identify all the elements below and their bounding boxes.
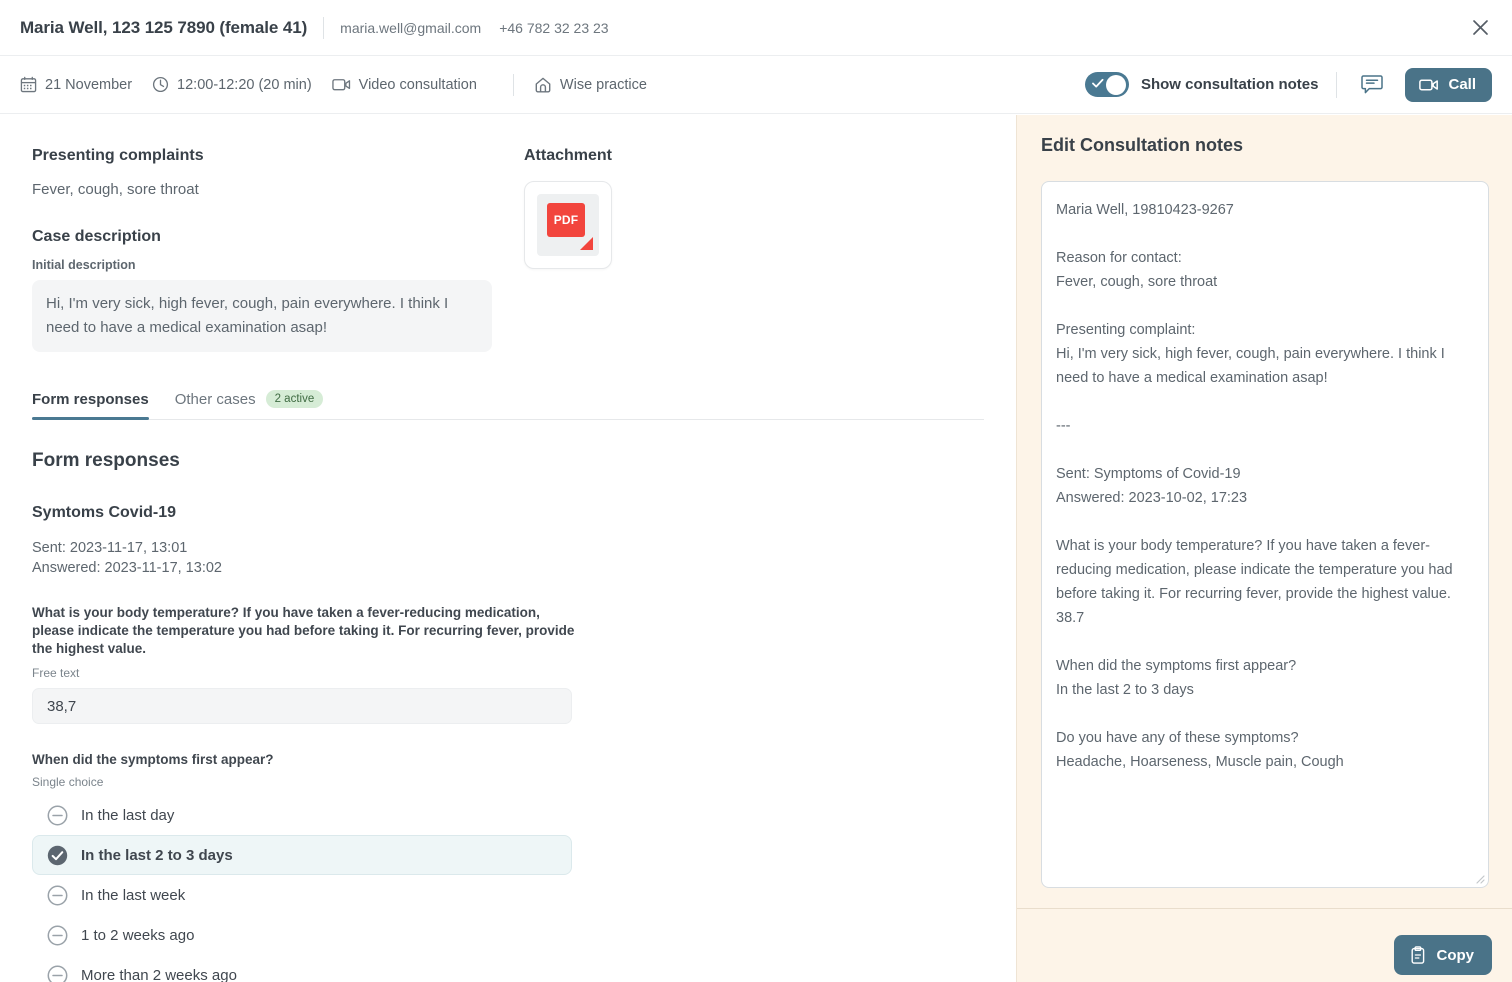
initial-description-label: Initial description xyxy=(32,258,136,272)
tab-other-cases[interactable]: Other cases xyxy=(175,391,256,419)
case-detail-pane: Presenting complaints Fever, cough, sore… xyxy=(0,115,1016,982)
attachment-column: Attachment PDF xyxy=(524,147,612,352)
show-notes-toggle-wrap: Show consultation notes xyxy=(1084,72,1319,97)
question-2-type: Single choice xyxy=(32,775,104,789)
form-dates: Sent: 2023-11-17, 13:01 Answered: 2023-1… xyxy=(32,538,984,578)
option-row[interactable]: More than 2 weeks ago xyxy=(32,955,572,982)
calendar-icon xyxy=(20,76,37,93)
radio-unselected-icon xyxy=(47,925,68,945)
show-notes-label: Show consultation notes xyxy=(1140,76,1319,93)
option-row[interactable]: In the last day xyxy=(32,795,572,835)
consultation-notes-textarea[interactable]: Maria Well, 19810423-9267 Reason for con… xyxy=(1041,181,1489,888)
consultation-notes-content: Maria Well, 19810423-9267 Reason for con… xyxy=(1056,202,1453,770)
question-1-type: Free text xyxy=(32,666,80,680)
video-camera-icon xyxy=(331,79,350,91)
option-row[interactable]: 1 to 2 weeks ago xyxy=(32,915,572,955)
form-responses-heading: Form responses xyxy=(32,450,180,471)
call-button-label: Call xyxy=(1448,76,1476,93)
form-sent: Sent: 2023-11-17, 13:01 xyxy=(32,540,188,556)
question-1-text: What is your body temperature? If you ha… xyxy=(32,605,575,656)
chat-bubble-icon xyxy=(1361,75,1384,94)
option-label: 1 to 2 weeks ago xyxy=(81,926,195,944)
attachment-title: Attachment xyxy=(524,147,613,164)
toolbar-divider xyxy=(512,73,514,96)
tab-other-cases-label: Other cases xyxy=(174,390,256,408)
question-2-options: In the last day In the last 2 to 3 days In… xyxy=(32,795,984,982)
header-divider xyxy=(323,16,325,39)
case-description-title: Case description xyxy=(32,228,161,245)
option-row[interactable]: In the last week xyxy=(32,875,572,915)
tab-form-responses-label: Form responses xyxy=(32,390,149,408)
home-icon xyxy=(535,77,551,92)
pdf-folded-corner-icon xyxy=(580,237,593,250)
check-icon xyxy=(1092,78,1104,88)
copy-button-label: Copy xyxy=(1436,946,1475,964)
show-consultation-notes-toggle[interactable] xyxy=(1084,72,1129,97)
pdf-badge: PDF xyxy=(547,203,585,237)
case-tabs: Form responses Other cases 2 active xyxy=(32,390,984,420)
radio-unselected-icon xyxy=(47,885,68,905)
tabs-underline xyxy=(32,419,984,420)
presenting-complaints-value: Fever, cough, sore throat xyxy=(32,181,199,198)
toolbar-actions: Show consultation notes Call xyxy=(1084,67,1492,102)
resize-grip-icon[interactable] xyxy=(1472,871,1485,884)
radio-selected-icon xyxy=(47,845,68,865)
body: Presenting complaints Fever, cough, sore… xyxy=(0,115,1512,982)
presenting-complaints-title: Presenting complaints xyxy=(32,147,204,164)
clipboard-icon xyxy=(1411,945,1424,964)
chat-button[interactable] xyxy=(1355,68,1389,102)
other-cases-badge: 2 active xyxy=(265,390,324,408)
attachment-pdf-card[interactable]: PDF xyxy=(524,181,612,269)
question-1-answer-value: 38,7 xyxy=(47,697,77,715)
tab-form-responses[interactable]: Form responses xyxy=(32,390,149,420)
appointment-type: Video consultation xyxy=(331,76,477,93)
clock-icon xyxy=(152,76,169,93)
patient-header: Maria Well, 123 125 7890 (female 41) mar… xyxy=(0,0,1512,56)
radio-unselected-icon xyxy=(47,805,68,825)
initial-description-value: Hi, I'm very sick, high fever, cough, pa… xyxy=(32,280,492,352)
consultation-notes-pane: Edit Consultation notes Maria Well, 1981… xyxy=(1016,115,1512,982)
appointment-time: 12:00-12:20 (20 min) xyxy=(152,76,312,93)
question-1-answer-input[interactable]: 38,7 xyxy=(32,688,572,724)
option-label: In the last 2 to 3 days xyxy=(81,846,233,864)
pdf-label: PDF xyxy=(553,213,579,227)
notes-panel-title: Edit Consultation notes xyxy=(1041,135,1243,155)
video-camera-icon xyxy=(1419,78,1439,91)
option-row[interactable]: In the last 2 to 3 days xyxy=(32,835,572,875)
question-2-text: When did the symptoms first appear? xyxy=(32,752,274,767)
patient-phone[interactable]: +46 782 32 23 23 xyxy=(499,20,608,36)
patient-email[interactable]: maria.well@gmail.com xyxy=(340,20,481,36)
appointment-type-label: Video consultation xyxy=(358,76,477,93)
form-answered: Answered: 2023-11-17, 13:02 xyxy=(32,560,222,576)
copy-button[interactable]: Copy xyxy=(1393,935,1492,975)
close-icon xyxy=(1472,20,1488,35)
practice-label: Wise practice xyxy=(559,76,647,93)
notes-footer-divider xyxy=(1017,908,1512,909)
appointment-date-label: 21 November xyxy=(45,76,133,93)
appointment-time-label: 12:00-12:20 (20 min) xyxy=(177,76,312,93)
radio-unselected-icon xyxy=(47,965,68,982)
appointment-toolbar: 21 November 12:00-12:20 (20 min) Video c… xyxy=(0,56,1512,114)
patient-name: Maria Well, 123 125 7890 (female 41) xyxy=(20,17,308,37)
case-summary-column: Presenting complaints Fever, cough, sore… xyxy=(32,147,524,352)
appointment-date: 21 November xyxy=(20,76,132,93)
option-label: In the last week xyxy=(81,886,186,904)
actions-divider xyxy=(1336,71,1338,98)
call-button[interactable]: Call xyxy=(1405,67,1492,102)
close-button[interactable] xyxy=(1464,12,1496,44)
form-name: Symtoms Covid-19 xyxy=(32,504,177,521)
option-label: In the last day xyxy=(81,806,175,824)
case-summary-row: Presenting complaints Fever, cough, sore… xyxy=(32,147,984,352)
practice: Wise practice xyxy=(534,76,647,94)
consultation-window: Maria Well, 123 125 7890 (female 41) mar… xyxy=(0,0,1512,982)
toggle-knob xyxy=(1106,74,1127,95)
pdf-file-icon: PDF xyxy=(537,194,599,256)
option-label: More than 2 weeks ago xyxy=(81,966,237,982)
